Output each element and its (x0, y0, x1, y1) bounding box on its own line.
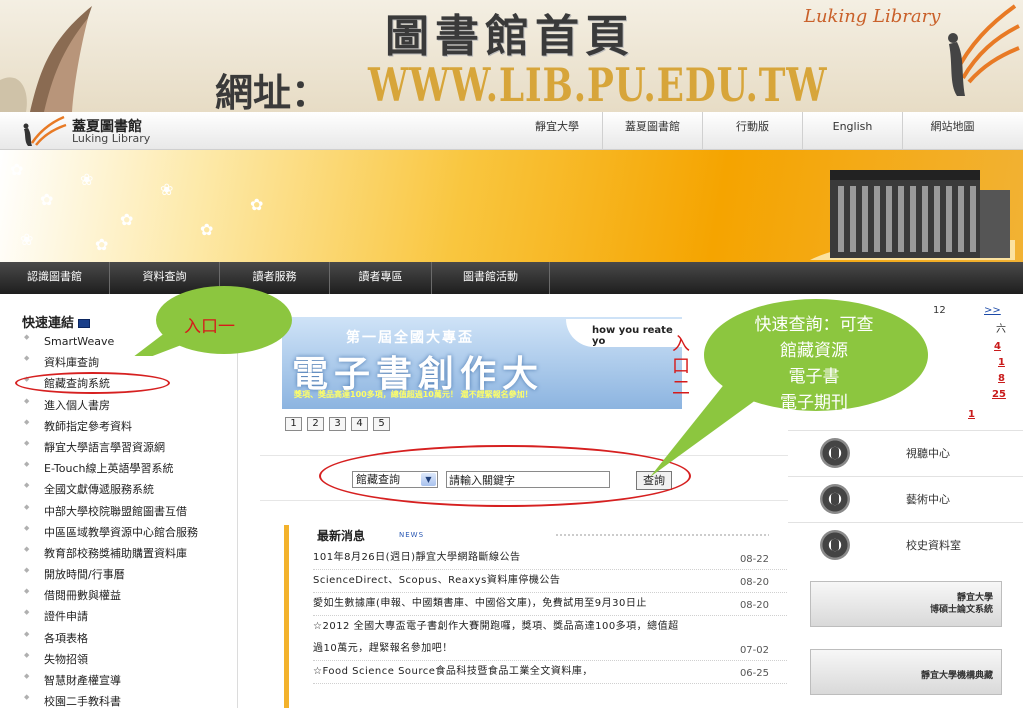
brand-text: Luking Library (804, 6, 941, 27)
top-link-sitemap[interactable]: 網站地圖 (902, 112, 1002, 150)
service-archives[interactable]: 校史資料室 (788, 522, 1023, 568)
ql-language-resources[interactable]: 靜宜大學語言學習資源網 (0, 437, 238, 458)
ql-used-textbooks[interactable]: 校園二手教科書 (0, 691, 238, 712)
callout-entry2-text: 快速查詢：可查 館藏資源 電子書 電子期刊 (754, 315, 874, 413)
slide-url: WWW.LIB.PU.EDU.TW (368, 58, 828, 112)
ql-course-reserves[interactable]: 教師指定參考資料 (0, 416, 238, 437)
news-item[interactable]: ☆Food Science Source食品科技暨食品工業全文資料庫， 06-25 (313, 661, 793, 684)
annotation-circle-catalog (15, 372, 170, 394)
nav-about[interactable]: 認識圖書館 (0, 262, 110, 294)
repository-link[interactable]: 靜宜大學機構典藏 (810, 649, 1002, 695)
service-art-center[interactable]: 藝術中心 (788, 476, 1023, 522)
nav-activities[interactable]: 圖書館活動 (432, 262, 550, 294)
ql-borrowing[interactable]: 借閱冊數與權益 (0, 585, 238, 606)
banner-pager: 1 2 3 4 5 (285, 417, 390, 431)
top-link-mobile[interactable]: 行動版 (702, 112, 802, 150)
blossom-icon: ✿ (40, 190, 54, 209)
repository-label: 靜宜大學機構典藏 (920, 671, 993, 681)
ql-forms[interactable]: 各項表格 (0, 628, 238, 649)
thesis-system-link[interactable]: 靜宜大學 博碩士論文系統 (810, 581, 1002, 627)
site-logo-icon[interactable] (18, 115, 68, 147)
ql-hours[interactable]: 開放時間/行事曆 (0, 564, 238, 585)
top-links: 靜宜大學 蓋夏圖書館 行動版 English 網站地圖 (512, 112, 1002, 150)
blossom-icon: ❀ (160, 180, 174, 199)
pager-2[interactable]: 2 (307, 417, 324, 431)
ql-document-delivery[interactable]: 全國文獻傳遞服務系統 (0, 479, 238, 500)
blossom-icon: ❀ (80, 170, 94, 189)
pager-1[interactable]: 1 (285, 417, 302, 431)
ql-lost-found[interactable]: 失物招領 (0, 649, 238, 670)
slide-url-label: 網址： (215, 70, 330, 112)
ql-moe-databases[interactable]: 教育部校務獎補助購置資料庫 (0, 543, 238, 564)
pager-5[interactable]: 5 (373, 417, 390, 431)
news-list: 101年8月26日(週日)靜宜大學網路斷線公告 08-22 ScienceDire… (313, 547, 793, 684)
news-item[interactable]: ScienceDirect、Scopus、Reaxys資料庫停機公告 08-20 (313, 570, 793, 593)
news-item[interactable]: ☆2012 全國大專盃電子書創作大賽開跑囉，獎項、獎品高達100多項，總值超過1… (313, 616, 793, 661)
promo-subtitle: 獎項、獎品高達100多項，總值超過10萬元！ 還不趕緊報名參加！ (294, 390, 533, 399)
nav-reader-zone[interactable]: 讀者專區 (330, 262, 432, 294)
news-panel: 最新消息 NEWS 101年8月26日(週日)靜宜大學網路斷線公告 08-22 S… (284, 525, 793, 708)
news-item[interactable]: 愛如生數據庫(申報、中國類書庫、中國俗文庫)，免費試用至9月30日止 08-20 (313, 593, 793, 616)
pager-4[interactable]: 4 (351, 417, 368, 431)
top-link-library[interactable]: 蓋夏圖書館 (602, 112, 702, 150)
library-building-icon (810, 170, 1015, 260)
blossom-icon: ❀ (20, 230, 34, 249)
hero-banner: ✿ ✿ ❀ ✿ ❀ ✿ ❀ ✿ ✿ (0, 150, 1023, 262)
top-link-english[interactable]: English (802, 112, 902, 150)
thesis-system-label: 靜宜大學 博碩士論文系統 (929, 593, 993, 615)
ql-ip-rights[interactable]: 智慧財產權宣導 (0, 670, 238, 691)
ql-etouch[interactable]: E-Touch線上英語學習系統 (0, 458, 238, 479)
ql-regional-resources[interactable]: 中區區域教學資源中心館合服務 (0, 522, 238, 543)
ql-interlibrary-loan[interactable]: 中部大學校院聯盟館圖書互借 (0, 501, 238, 522)
news-item[interactable]: 101年8月26日(週日)靜宜大學網路斷線公告 08-22 (313, 547, 793, 570)
slide-banner: 圖書館首頁 網址： WWW.LIB.PU.EDU.TW Luking Libra… (0, 0, 1023, 112)
site-header: 蓋夏圖書館 Luking Library 靜宜大學 蓋夏圖書館 行動版 Engl… (0, 112, 1023, 150)
promo-small-title: 第一屆全國大專盃 (346, 330, 474, 346)
blossom-icon: ✿ (200, 220, 214, 239)
pager-3[interactable]: 3 (329, 417, 346, 431)
news-title: 最新消息 (317, 529, 366, 543)
blossom-icon: ✿ (250, 195, 264, 214)
news-badge: NEWS (399, 531, 425, 539)
blossom-icon: ✿ (10, 160, 24, 179)
archive-icon (820, 530, 850, 560)
quick-links-panel: 快速連結 SmartWeave 資料庫查詢 館藏查詢系統 進入個人書房 教師指定… (0, 295, 238, 708)
triangle-icon (820, 484, 850, 514)
blossom-icon: ✿ (120, 210, 134, 229)
quick-links-title: 快速連結 (22, 312, 91, 331)
plant-decoration-icon (0, 6, 92, 112)
blossom-icon: ✿ (95, 235, 109, 254)
site-name-en: Luking Library (72, 132, 151, 145)
callout-entry1-text: 入口一 (184, 317, 235, 337)
top-link-university[interactable]: 靜宜大學 (512, 112, 602, 150)
callout-entry2-label: 入口二 (672, 334, 690, 399)
monitor-icon (78, 319, 91, 328)
news-divider (555, 533, 769, 538)
library-logo-icon (948, 4, 1020, 96)
slide-title: 圖書館首頁 (385, 11, 635, 62)
ql-card-application[interactable]: 證件申請 (0, 606, 238, 627)
ql-personal-shelf[interactable]: 進入個人書房 (0, 395, 238, 416)
